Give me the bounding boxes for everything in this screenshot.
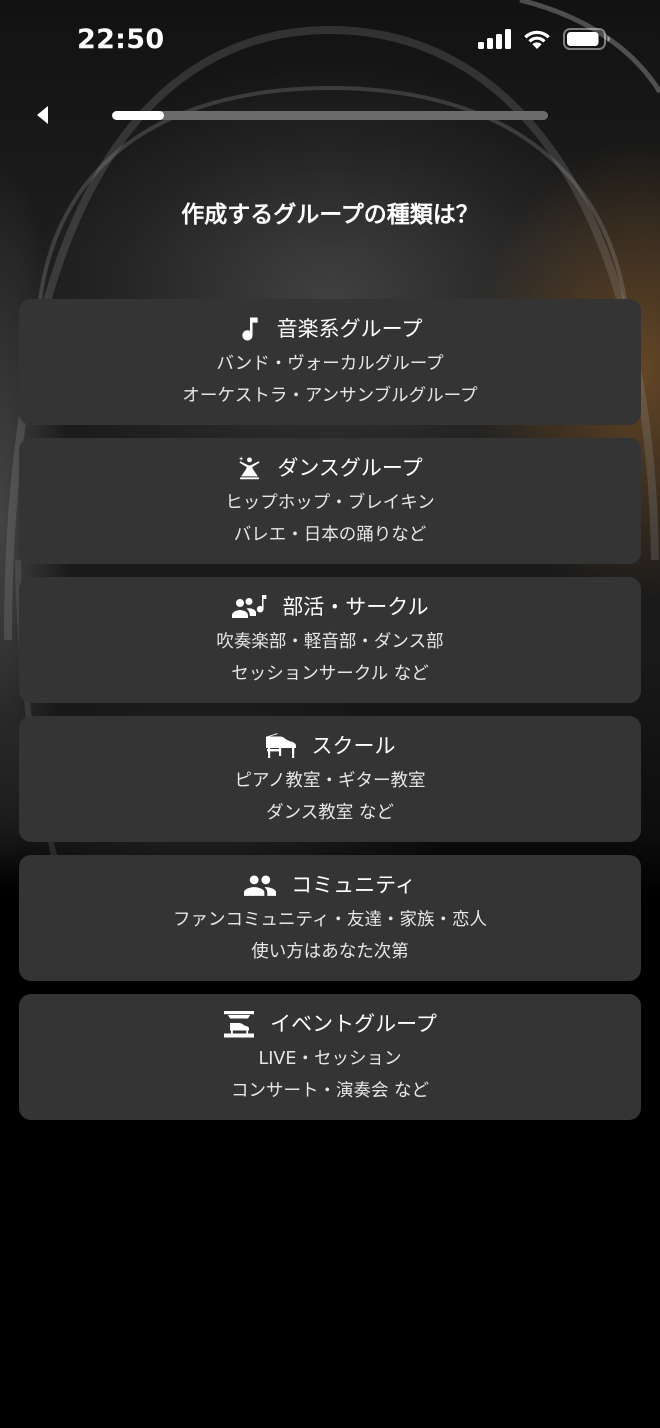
option-description-line: ダンス教室 など — [266, 803, 394, 823]
progress-fill — [112, 111, 165, 120]
option-description-line: 使い方はあなた次第 — [251, 942, 409, 962]
status-icons — [478, 28, 611, 50]
option-card-community[interactable]: コミュニティ ファンコミュニティ・友達・家族・恋人 使い方はあなた次第 — [19, 855, 641, 981]
option-description-line: コンサート・演奏会 など — [230, 1081, 430, 1101]
option-title: コミュニティ — [291, 873, 416, 897]
grand-piano-icon — [265, 733, 297, 759]
wifi-icon — [522, 28, 552, 50]
option-title: 音楽系グループ — [276, 317, 423, 341]
music-note-icon — [238, 315, 262, 343]
battery-level-fill — [567, 32, 599, 46]
option-card-dance-group[interactable]: ダンスグループ ヒップホップ・ブレイキン バレエ・日本の踊りなど — [19, 438, 641, 564]
option-title: 部活・サークル — [282, 595, 429, 619]
option-card-school[interactable]: スクール ピアノ教室・ギター教室 ダンス教室 など — [19, 716, 641, 842]
option-description-line: バレエ・日本の踊りなど — [233, 525, 427, 545]
option-header: イベントグループ — [19, 1008, 641, 1040]
option-description-line: バンド・ヴォーカルグループ — [216, 354, 444, 374]
option-description-line: ピアノ教室・ギター教室 — [234, 771, 426, 791]
option-title: ダンスグループ — [277, 456, 423, 480]
option-card-music-group[interactable]: 音楽系グループ バンド・ヴォーカルグループ オーケストラ・アンサンブルグループ — [19, 299, 641, 425]
people-music-icon — [231, 594, 267, 620]
group-icon — [244, 871, 277, 899]
option-card-club-circle[interactable]: 部活・サークル 吹奏楽部・軽音部・ダンス部 セッションサークル など — [19, 577, 641, 703]
option-header: 音楽系グループ — [19, 313, 641, 345]
option-header: ダンスグループ — [19, 452, 641, 484]
option-description-line: ファンコミュニティ・友達・家族・恋人 — [173, 910, 487, 930]
option-header: コミュニティ — [19, 869, 641, 901]
back-button[interactable] — [27, 100, 57, 130]
cellular-signal-icon — [478, 29, 511, 49]
battery-icon — [563, 28, 611, 50]
option-title: スクール — [311, 734, 396, 758]
option-description-line: ヒップホップ・ブレイキン — [225, 493, 435, 513]
option-header: 部活・サークル — [19, 591, 641, 623]
back-triangle-icon — [36, 106, 48, 124]
option-description-line: LIVE・セッション — [258, 1049, 402, 1069]
page-title: 作成するグループの種類は？ — [181, 202, 479, 228]
progress-bar — [112, 111, 548, 120]
stage-event-icon — [223, 1010, 255, 1038]
option-description-line: 吹奏楽部・軽音部・ダンス部 — [216, 632, 444, 652]
option-description-line: オーケストラ・アンサンブルグループ — [182, 386, 478, 406]
option-title: イベントグループ — [270, 1012, 437, 1036]
option-description-line: セッションサークル など — [231, 664, 429, 684]
option-card-event-group[interactable]: イベントグループ LIVE・セッション コンサート・演奏会 など — [19, 994, 641, 1120]
status-time: 22:50 — [77, 24, 165, 55]
dancer-icon — [237, 455, 262, 481]
option-header: スクール — [19, 730, 641, 762]
